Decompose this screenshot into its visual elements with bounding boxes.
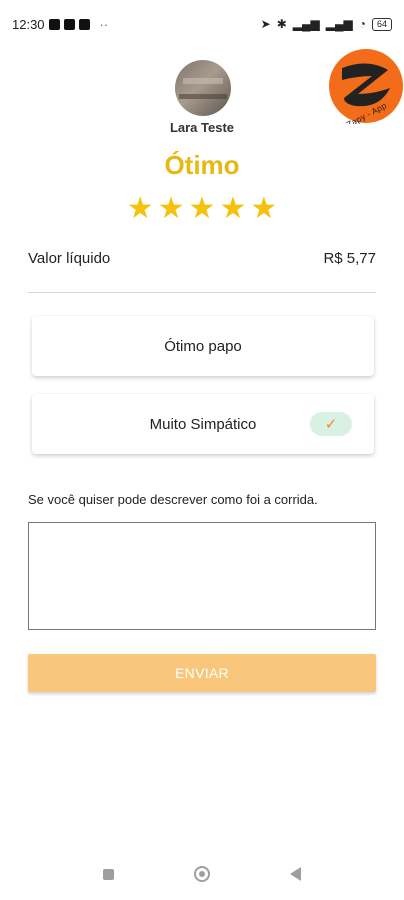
system-nav-bar <box>0 848 404 900</box>
notification-icon <box>63 18 75 30</box>
comment-textarea[interactable] <box>28 522 376 630</box>
compliment-label: Ótimo papo <box>164 337 242 355</box>
star-icon[interactable]: ★ <box>189 194 216 224</box>
bluetooth-icon: ✱ <box>276 17 287 31</box>
fare-value: R$ 5,77 <box>323 250 376 267</box>
fare-row: Valor líquido R$ 5,77 <box>28 250 376 267</box>
status-left: 12:30 ·· <box>12 17 108 32</box>
home-icon[interactable] <box>194 866 210 882</box>
app-logo: Zapy - App <box>329 49 403 124</box>
notification-icon <box>48 18 60 30</box>
signal-icon: ▂▄▆ <box>325 17 353 31</box>
battery-icon: 64 <box>371 17 392 31</box>
status-bar: 12:30 ·· ➤ ✱ ▂▄▆ ▂▄▆ ◔ 64 <box>0 0 404 48</box>
send-button[interactable]: ENVIAR <box>28 654 376 692</box>
divider <box>28 292 376 293</box>
signal-icon: ▂▄▆ <box>292 17 320 31</box>
star-icon[interactable]: ★ <box>219 194 246 224</box>
star-icon[interactable]: ★ <box>250 194 277 224</box>
star-icon[interactable]: ★ <box>127 194 154 224</box>
comment-prompt: Se você quiser pode descrever como foi a… <box>28 492 318 507</box>
check-icon: ✓ <box>310 412 352 436</box>
compliment-option[interactable]: Ótimo papo <box>32 316 374 376</box>
driver-avatar <box>175 60 231 116</box>
compliment-option[interactable]: Muito Simpático ✓ <box>32 394 374 454</box>
star-icon[interactable]: ★ <box>158 194 185 224</box>
star-rating[interactable]: ★ ★ ★ ★ ★ <box>0 194 404 224</box>
more-notifications-icon: ·· <box>99 16 109 32</box>
status-time: 12:30 <box>12 16 45 32</box>
status-right: ➤ ✱ ▂▄▆ ▂▄▆ ◔ 64 <box>261 17 392 31</box>
wifi-icon: ◔ <box>358 17 366 31</box>
location-icon: ➤ <box>260 17 271 31</box>
back-icon[interactable] <box>290 867 301 881</box>
fare-label: Valor líquido <box>28 250 111 267</box>
recents-icon[interactable] <box>103 868 114 880</box>
compliment-label: Muito Simpático <box>149 415 257 433</box>
notification-icon <box>78 18 90 30</box>
rating-label: Ótimo <box>164 150 240 180</box>
